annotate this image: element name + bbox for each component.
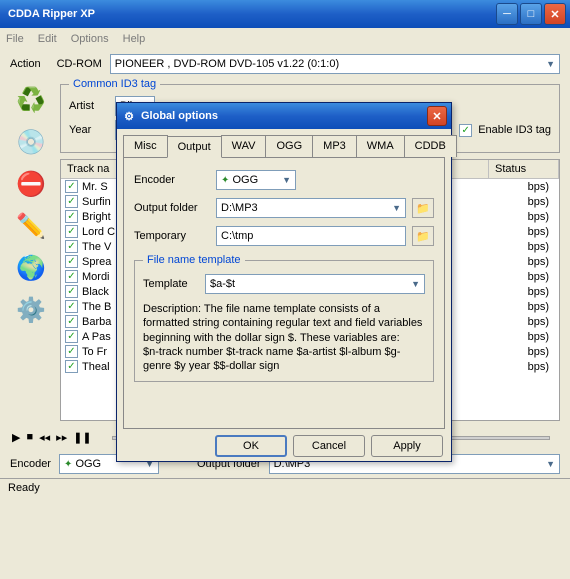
folder-icon: 📁 xyxy=(416,202,430,215)
template-description: Description: The file name template cons… xyxy=(143,302,425,373)
dlg-encoder-label: Encoder xyxy=(134,174,210,186)
tab-misc[interactable]: Misc xyxy=(123,135,168,157)
cancel-button[interactable]: Cancel xyxy=(293,435,365,457)
dlg-temp-label: Temporary xyxy=(134,230,210,242)
gear-icon: ⚙ xyxy=(121,108,137,124)
tab-wma[interactable]: WMA xyxy=(356,135,405,157)
dialog-title: Global options xyxy=(141,110,423,122)
dialog-buttons: OK Cancel Apply xyxy=(117,435,451,465)
browse-outfolder-button[interactable]: 📁 xyxy=(412,198,434,218)
ok-button[interactable]: OK xyxy=(215,435,287,457)
template-select[interactable]: $a-$t ▼ xyxy=(205,274,425,294)
filename-template-fieldset: File name template Template $a-$t ▼ Desc… xyxy=(134,254,434,382)
global-options-dialog: ⚙ Global options ✕ Misc Output WAV OGG M… xyxy=(116,102,452,462)
dlg-outfolder-select[interactable]: D:\MP3 ▼ xyxy=(216,198,406,218)
tab-wav[interactable]: WAV xyxy=(221,135,267,157)
folder-icon: 📁 xyxy=(416,230,430,243)
tab-panel-output: Encoder ✦ OGG ▼ Output folder D:\MP3 ▼ 📁… xyxy=(123,157,445,429)
dlg-outfolder-label: Output folder xyxy=(134,202,210,214)
chevron-down-icon: ▼ xyxy=(411,279,420,289)
chevron-down-icon: ▼ xyxy=(392,203,401,213)
dialog-titlebar: ⚙ Global options ✕ xyxy=(117,103,451,129)
chevron-down-icon: ▼ xyxy=(282,175,291,185)
fnt-legend: File name template xyxy=(143,254,245,266)
template-label: Template xyxy=(143,278,199,290)
ogg-icon: ✦ xyxy=(221,175,229,186)
tab-ogg[interactable]: OGG xyxy=(265,135,313,157)
dlg-encoder-select[interactable]: ✦ OGG ▼ xyxy=(216,170,296,190)
tab-cddb[interactable]: CDDB xyxy=(404,135,457,157)
browse-temp-button[interactable]: 📁 xyxy=(412,226,434,246)
dlg-temp-input[interactable] xyxy=(216,226,406,246)
overlay: ⚙ Global options ✕ Misc Output WAV OGG M… xyxy=(0,0,570,579)
tab-mp3[interactable]: MP3 xyxy=(312,135,357,157)
dialog-close-button[interactable]: ✕ xyxy=(427,106,447,126)
apply-button[interactable]: Apply xyxy=(371,435,443,457)
tab-output[interactable]: Output xyxy=(167,136,222,158)
dialog-tabs: Misc Output WAV OGG MP3 WMA CDDB xyxy=(123,135,445,157)
